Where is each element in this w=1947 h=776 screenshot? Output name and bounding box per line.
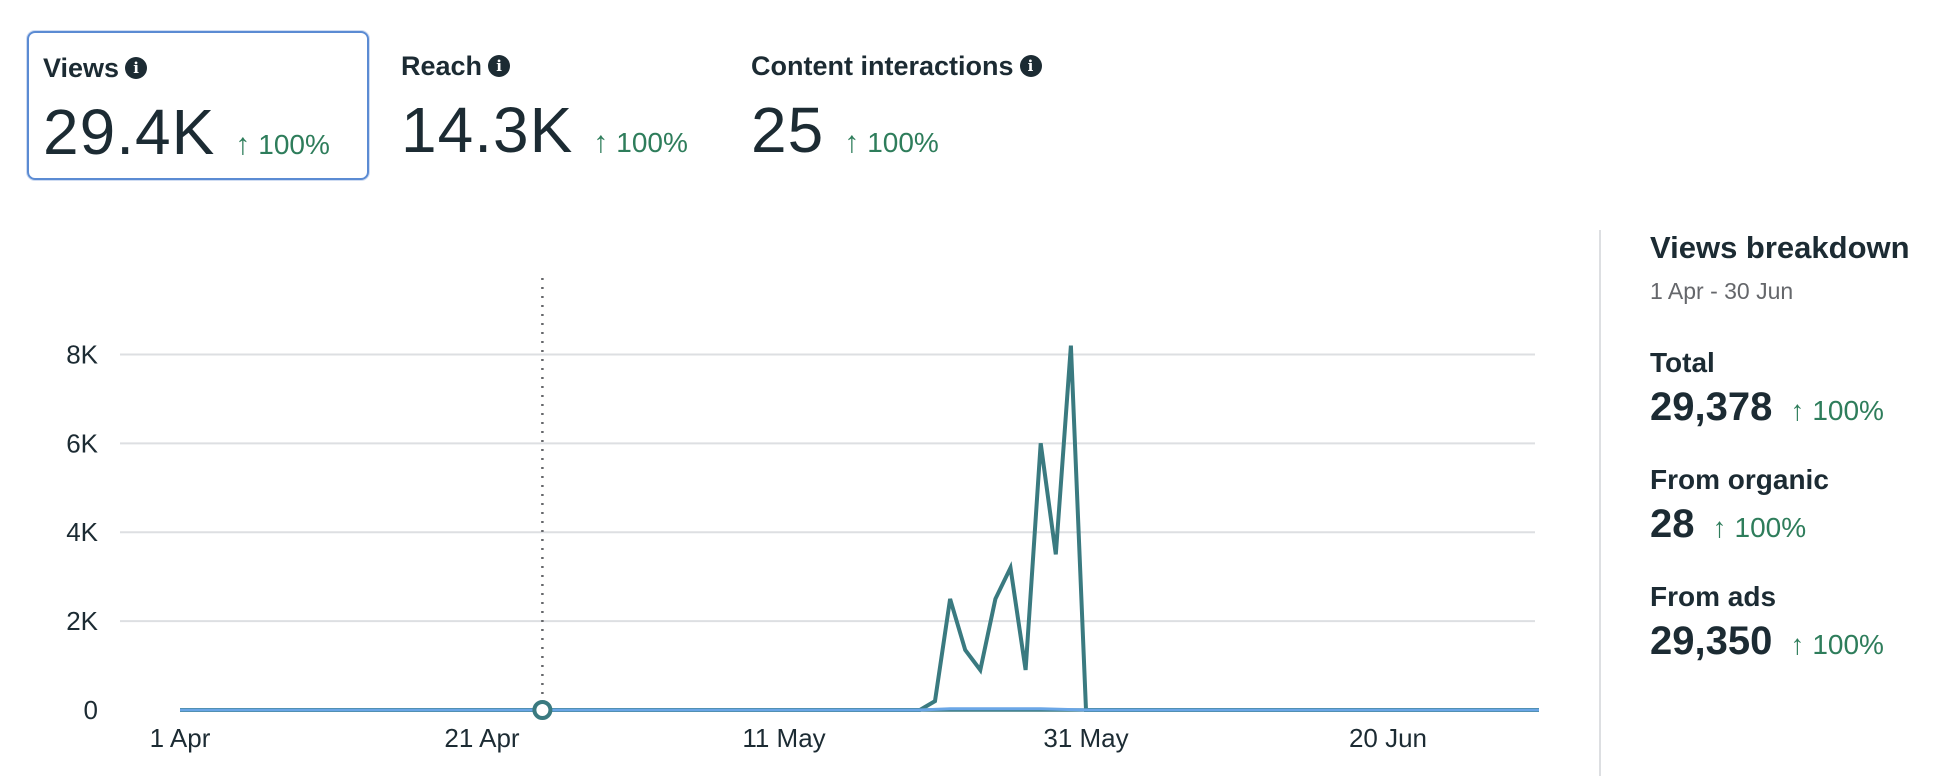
arrow-up-icon: ↑ (1712, 512, 1727, 543)
breakdown-change: ↑ 100% (1790, 629, 1884, 661)
breakdown-row: 28 ↑ 100% (1650, 502, 1940, 547)
breakdown-row: 29,350 ↑ 100% (1650, 619, 1940, 664)
metric-change-value: 100% (616, 127, 688, 158)
metric-value: 25 (751, 94, 825, 166)
series-line-total (180, 345, 1539, 712)
arrow-up-icon: ↑ (844, 126, 860, 159)
metric-label: Content interactions i (751, 49, 1103, 83)
breakdown-change-value: 100% (1812, 395, 1884, 426)
metric-value: 14.3K (401, 94, 574, 166)
x-tick-label: 11 May (742, 723, 825, 753)
breakdown-row: 29,378 ↑ 100% (1650, 385, 1940, 430)
metric-change: ↑ 100% (844, 126, 939, 160)
breakdown-label: From organic (1650, 464, 1829, 495)
arrow-up-icon: ↑ (235, 128, 251, 161)
arrow-up-icon: ↑ (1790, 395, 1805, 426)
y-tick-label: 4K (66, 517, 98, 547)
panel-divider (1599, 230, 1601, 776)
breakdown-item-total: Total 29,378 ↑ 100% (1650, 347, 1940, 430)
y-tick-label: 2K (66, 606, 98, 636)
hover-point-marker (532, 700, 553, 720)
x-tick-label: 31 May (1043, 723, 1128, 753)
info-icon[interactable]: i (125, 57, 148, 79)
metric-card-reach[interactable]: Reach i 14.3K ↑ 100% (387, 31, 727, 180)
breakdown-change-value: 100% (1734, 512, 1807, 543)
views-breakdown-panel: Views breakdown 1 Apr - 30 Jun Total 29,… (1650, 230, 1940, 664)
metric-change-value: 100% (867, 127, 939, 158)
breakdown-change-value: 100% (1812, 629, 1884, 660)
breakdown-value: 28 (1650, 502, 1695, 546)
metric-change-value: 100% (258, 129, 330, 160)
metric-change: ↑ 100% (593, 126, 688, 160)
metric-row: 29.4K ↑ 100% (43, 95, 353, 169)
x-tick-label: 20 Jun (1349, 723, 1427, 753)
y-tick-label: 6K (66, 428, 98, 458)
info-icon[interactable]: i (488, 55, 511, 77)
y-tick-label: 8K (66, 339, 98, 369)
breakdown-label: From ads (1650, 581, 1777, 612)
breakdown-value: 29,378 (1650, 385, 1773, 429)
x-tick-label: 1 Apr (150, 723, 211, 753)
y-tick-label: 0 (84, 695, 98, 725)
x-tick-label: 21 Apr (444, 723, 520, 753)
metric-card-views[interactable]: Views i 29.4K ↑ 100% (27, 31, 369, 180)
metric-value: 29.4K (43, 96, 216, 168)
series-line-organic (180, 707, 1539, 712)
breakdown-change: ↑ 100% (1790, 395, 1884, 427)
breakdown-item-organic: From organic 28 ↑ 100% (1650, 464, 1940, 547)
views-line-chart[interactable]: 0 2K 4K 6K 8K 1 Apr 21 Apr 11 May 31 May 20 Jun (0, 230, 1560, 776)
breakdown-value: 29,350 (1650, 619, 1773, 663)
metric-label-text: Reach (401, 50, 483, 81)
metric-row: 14.3K ↑ 100% (401, 93, 713, 167)
metric-row: 25 ↑ 100% (751, 93, 1103, 167)
arrow-up-icon: ↑ (593, 126, 609, 159)
metric-card-content-interactions[interactable]: Content interactions i 25 ↑ 100% (737, 31, 1117, 180)
arrow-up-icon: ↑ (1790, 629, 1805, 660)
breakdown-label: Total (1650, 347, 1715, 378)
info-icon[interactable]: i (1019, 55, 1042, 77)
breakdown-change: ↑ 100% (1713, 512, 1807, 544)
metric-label-text: Views (43, 52, 120, 83)
metric-label-text: Content interactions (751, 50, 1014, 81)
metric-label: Views i (43, 51, 353, 85)
date-range: 1 Apr - 30 Jun (1650, 278, 1794, 304)
breakdown-item-ads: From ads 29,350 ↑ 100% (1650, 581, 1940, 664)
metric-label: Reach i (401, 49, 713, 83)
metric-change: ↑ 100% (235, 128, 330, 162)
panel-title: Views breakdown (1650, 230, 1910, 265)
